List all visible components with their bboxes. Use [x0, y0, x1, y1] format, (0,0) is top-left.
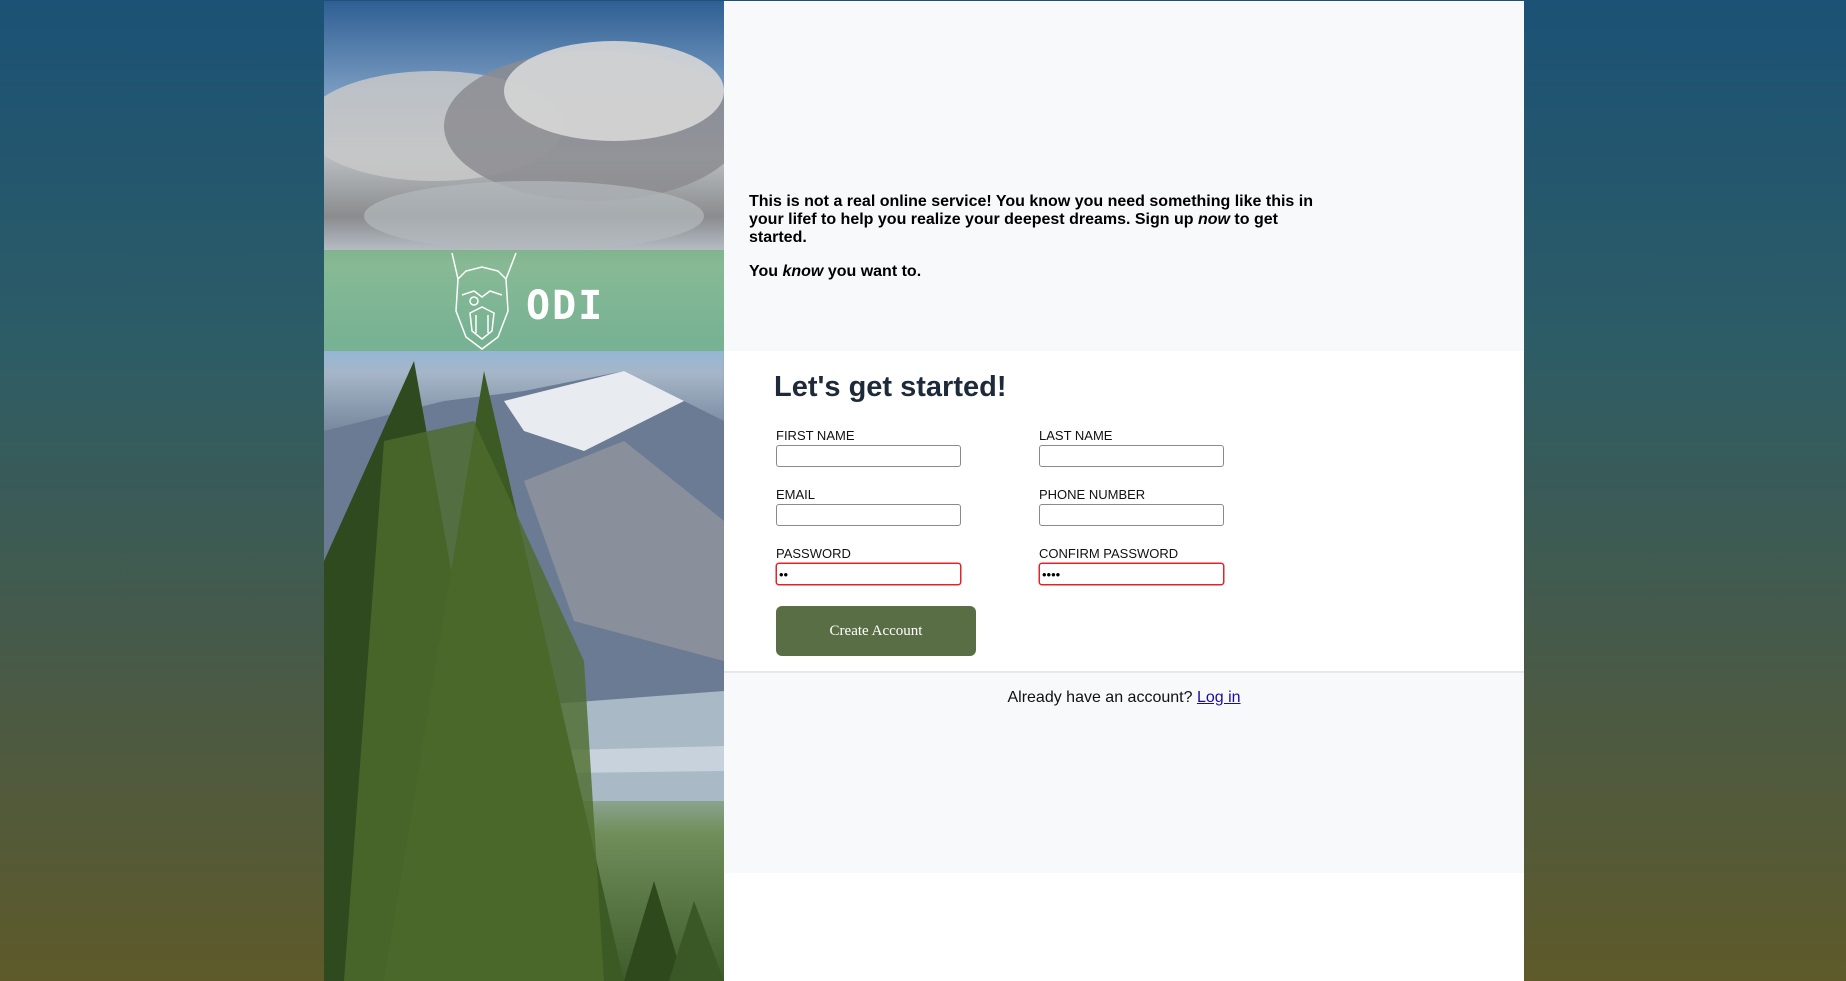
- password-label: PASSWORD: [776, 546, 851, 561]
- first-name-field: FIRST NAME: [776, 428, 961, 467]
- intro-paragraph-2: You know you want to.: [749, 263, 922, 280]
- first-name-input[interactable]: [776, 445, 961, 467]
- email-field: EMAIL: [776, 487, 961, 526]
- intro-text: This is not a real online service! You k…: [749, 193, 1329, 297]
- phone-field: PHONE NUMBER: [1039, 487, 1224, 526]
- login-section: Already have an account? Log in: [724, 671, 1524, 873]
- create-account-button[interactable]: Create Account: [776, 606, 976, 656]
- content-column: This is not a real online service! You k…: [724, 1, 1524, 981]
- login-prompt: Already have an account?: [1007, 689, 1193, 706]
- login-link[interactable]: Log in: [1197, 689, 1241, 706]
- page-container: ODIN This is not a real online service! …: [324, 1, 1524, 981]
- form-title: Let's get started!: [774, 371, 1007, 403]
- last-name-input[interactable]: [1039, 445, 1224, 467]
- confirm-password-input[interactable]: [1039, 563, 1224, 585]
- email-input[interactable]: [776, 504, 961, 526]
- page-footer-space: [724, 873, 1524, 981]
- password-field: PASSWORD: [776, 546, 961, 585]
- login-line: Already have an account? Log in: [724, 689, 1524, 707]
- first-name-label: FIRST NAME: [776, 428, 855, 443]
- odin-logo: ODIN: [451, 252, 604, 350]
- phone-input[interactable]: [1039, 504, 1224, 526]
- phone-label: PHONE NUMBER: [1039, 487, 1146, 502]
- intro-paragraph-1: This is not a real online service! You k…: [749, 193, 1313, 246]
- email-label: EMAIL: [776, 487, 816, 502]
- password-input[interactable]: [776, 563, 961, 585]
- intro-section: This is not a real online service! You k…: [724, 1, 1524, 351]
- signup-form: Let's get started! FIRST NAME LAST NAME …: [724, 351, 1524, 671]
- logo-band: ODIN: [324, 250, 724, 351]
- hero-image: ODIN: [324, 1, 724, 981]
- confirm-password-field: CONFIRM PASSWORD: [1039, 546, 1224, 585]
- tree-illustration: [324, 361, 724, 981]
- confirm-password-label: CONFIRM PASSWORD: [1039, 546, 1179, 561]
- last-name-label: LAST NAME: [1039, 428, 1113, 443]
- brand-name: ODIN: [526, 283, 604, 329]
- last-name-field: LAST NAME: [1039, 428, 1224, 467]
